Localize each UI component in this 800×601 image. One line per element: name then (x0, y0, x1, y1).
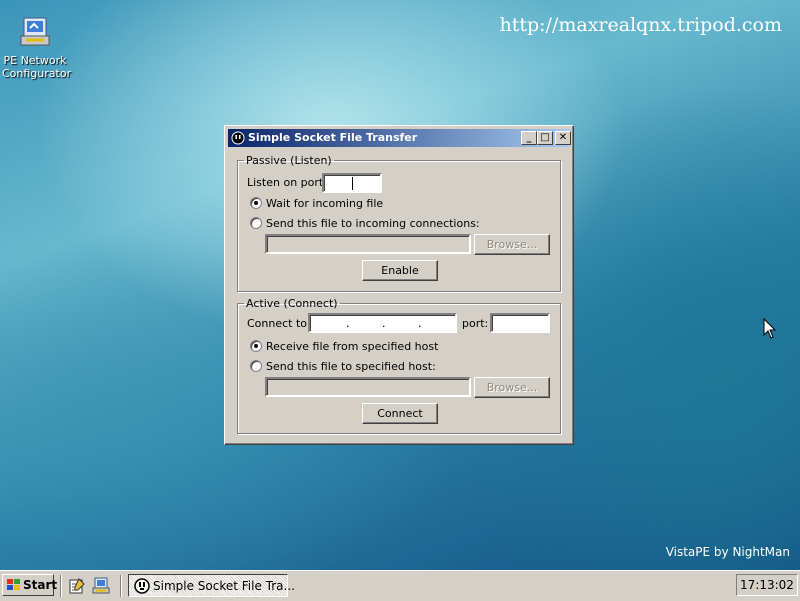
receive-file-radio[interactable] (250, 340, 262, 352)
window-title: Simple Socket File Transfer (248, 131, 418, 144)
taskbar-window-button[interactable]: Simple Socket File Tra... (128, 574, 295, 597)
connect-button[interactable]: Connect (362, 403, 438, 424)
taskbar-window-label: Simple Socket File Tra... (153, 579, 295, 593)
plug-app-icon (231, 131, 245, 145)
send-incoming-radio[interactable] (250, 217, 262, 229)
send-incoming-label[interactable]: Send this file to incoming connections: (266, 217, 480, 230)
watermark-url: http://maxrealqnx.tripod.com (499, 14, 782, 36)
title-bar[interactable]: Simple Socket File Transfer _ □ ✕ (228, 129, 571, 147)
active-browse-button[interactable]: Browse... (474, 377, 550, 398)
send-host-radio[interactable] (250, 360, 262, 372)
ip-separator: . (382, 317, 386, 330)
ip-separator: . (346, 317, 350, 330)
text-caret (352, 177, 353, 190)
watermark-brand: VistaPE by NightMan (665, 545, 790, 559)
port-label: port: (462, 317, 489, 330)
receive-file-label[interactable]: Receive file from specified host (266, 340, 438, 353)
ip-separator: . (418, 317, 422, 330)
passive-browse-button[interactable]: Browse... (474, 234, 550, 255)
active-legend: Active (Connect) (246, 297, 338, 310)
send-host-label[interactable]: Send this file to specified host: (266, 360, 436, 373)
taskbar-separator (120, 575, 122, 597)
taskbar-separator (60, 575, 62, 597)
active-file-input[interactable] (265, 377, 471, 397)
plug-app-icon (134, 578, 150, 594)
radio-selected-dot (254, 344, 258, 348)
close-button[interactable]: ✕ (555, 131, 571, 145)
notepad-quicklaunch-icon[interactable] (68, 577, 86, 595)
ip-address-input[interactable]: . . . (308, 313, 457, 333)
wait-incoming-radio[interactable] (250, 197, 262, 209)
socket-transfer-window: Simple Socket File Transfer _ □ ✕ Passiv… (224, 125, 574, 445)
pe-network-configurator-shortcut[interactable]: PE Network Configurator (2, 16, 72, 80)
connect-to-label: Connect to: (247, 317, 311, 330)
radio-selected-dot (254, 201, 258, 205)
connect-port-input[interactable] (490, 313, 550, 333)
system-clock[interactable]: 17:13:02 (736, 574, 798, 596)
start-button[interactable]: Start (2, 574, 58, 596)
desktop-icon-label: PE Network Configurator (2, 54, 72, 80)
network-quicklaunch-icon[interactable] (92, 577, 110, 595)
taskbar: Start Simple Socket File Tra... 17:13:02 (0, 570, 800, 601)
windows-flag-icon (7, 579, 20, 590)
maximize-button[interactable]: □ (537, 131, 553, 145)
passive-file-input[interactable] (265, 234, 471, 254)
start-label: Start (23, 578, 58, 592)
mouse-cursor-icon (763, 318, 777, 339)
network-configurator-icon (18, 16, 52, 50)
passive-legend: Passive (Listen) (246, 154, 332, 167)
minimize-button[interactable]: _ (521, 131, 537, 145)
listen-port-label: Listen on port: (247, 176, 327, 189)
wait-incoming-label[interactable]: Wait for incoming file (266, 197, 383, 210)
enable-button[interactable]: Enable (362, 260, 438, 281)
